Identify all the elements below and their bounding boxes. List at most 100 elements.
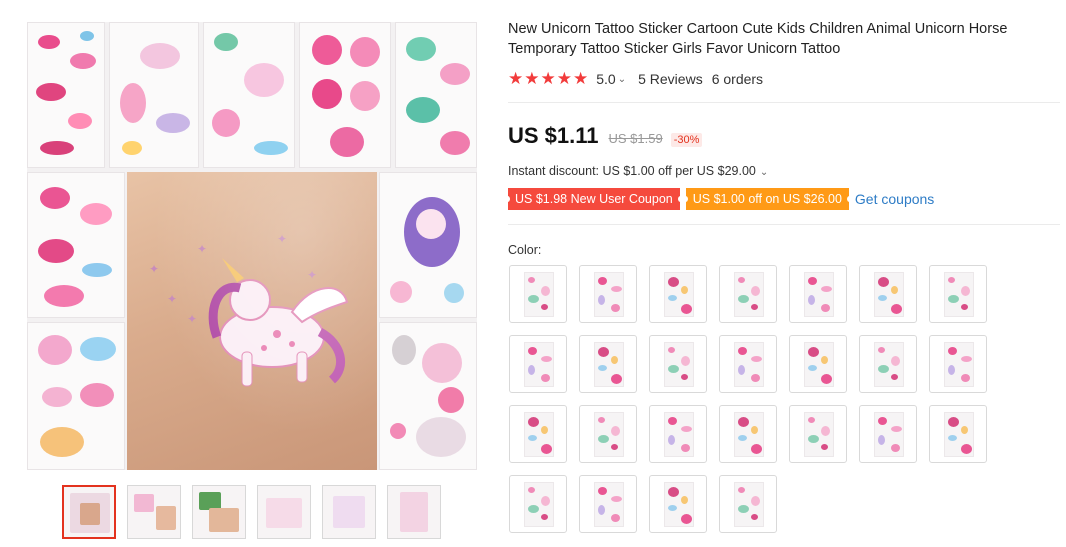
main-product-image[interactable]: ✦ ✦ ✦ ✦ ✦ ✦ [27, 22, 477, 470]
thumbnail[interactable] [127, 485, 181, 539]
sticker-dot [681, 444, 690, 452]
sparkle-icon: ✦ [149, 262, 160, 276]
thumbnail[interactable] [322, 485, 376, 539]
sticker-dot [668, 487, 679, 497]
sticker-dot [611, 514, 620, 522]
color-swatch[interactable] [579, 405, 637, 463]
chevron-down-icon[interactable]: ⌄ [760, 167, 768, 178]
sticker-dot [878, 365, 889, 373]
instant-discount[interactable]: Instant discount: US $1.00 off per US $2… [508, 164, 768, 178]
sticker-dot [528, 435, 537, 441]
sticker-dot [948, 347, 957, 355]
sticker-sheet [27, 22, 105, 168]
swatch-image [524, 412, 554, 457]
color-swatch[interactable] [929, 405, 987, 463]
sticker-dot [738, 347, 747, 355]
sticker-dot [961, 374, 970, 382]
color-swatch[interactable] [509, 405, 567, 463]
sticker-dot [528, 487, 535, 493]
color-swatch[interactable] [859, 335, 917, 393]
sticker-dot [668, 295, 677, 301]
color-swatch[interactable] [509, 475, 567, 533]
store-coupon[interactable]: US $1.00 off on US $26.00 [682, 188, 853, 210]
color-swatch[interactable] [649, 475, 707, 533]
star-icon: ★ [540, 68, 556, 89]
sticker-dot [541, 304, 548, 310]
color-swatch[interactable] [789, 265, 847, 323]
sticker-dot [751, 286, 760, 296]
sticker-dot [598, 505, 605, 515]
new-user-coupon[interactable]: US $1.98 New User Coupon [505, 188, 683, 210]
sticker-dot [738, 417, 749, 427]
color-swatch[interactable] [719, 335, 777, 393]
sticker-dot [891, 356, 900, 366]
swatch-image [594, 272, 624, 317]
rating-score[interactable]: 5.0 [596, 71, 615, 87]
star-rating: ★ ★ ★ ★ ★ [508, 68, 588, 89]
color-swatch[interactable] [649, 405, 707, 463]
swatch-image [874, 412, 904, 457]
swatch-image [664, 342, 694, 387]
sticker-dot [808, 277, 817, 285]
color-swatch[interactable] [859, 405, 917, 463]
sticker-dot [821, 426, 830, 436]
sticker-sheet [27, 172, 125, 318]
sticker-dot [528, 347, 537, 355]
thumbnail[interactable] [257, 485, 311, 539]
sparkle-icon: ✦ [307, 268, 318, 282]
thumbnail[interactable] [62, 485, 116, 539]
unicorn-tattoo [208, 258, 349, 387]
swatch-image [734, 482, 764, 527]
get-coupons-link[interactable]: Get coupons [855, 191, 934, 207]
thumbnail[interactable] [387, 485, 441, 539]
sticker-dot [891, 304, 902, 314]
star-icon: ★ [508, 68, 524, 89]
color-swatch[interactable] [789, 405, 847, 463]
sticker-dot [948, 277, 955, 283]
color-swatch[interactable] [929, 265, 987, 323]
sticker-dot [808, 417, 815, 423]
chevron-down-icon[interactable]: ⌄ [618, 74, 626, 85]
instant-discount-text: Instant discount: US $1.00 off per US $2… [508, 164, 756, 178]
color-swatch[interactable] [719, 405, 777, 463]
sticker-dot [948, 365, 955, 375]
sticker-dot [821, 374, 832, 384]
swatch-image [944, 272, 974, 317]
swatch-image [664, 412, 694, 457]
sticker-dot [611, 426, 620, 436]
color-swatch[interactable] [579, 335, 637, 393]
sticker-dot [598, 347, 609, 357]
color-swatch[interactable] [509, 335, 567, 393]
color-swatch[interactable] [649, 335, 707, 393]
star-icon: ★ [556, 68, 572, 89]
sticker-sheet [27, 322, 125, 470]
color-swatch[interactable] [789, 335, 847, 393]
sticker-dot [668, 277, 679, 287]
sticker-dot [808, 295, 815, 305]
reviews-link[interactable]: 5 Reviews [638, 71, 703, 87]
sticker-dot [681, 514, 692, 524]
divider [508, 224, 1060, 225]
swatch-image [944, 342, 974, 387]
sticker-dot [738, 365, 745, 375]
color-swatch[interactable] [719, 265, 777, 323]
sparkle-icon: ✦ [187, 312, 198, 326]
sticker-dot [681, 426, 692, 432]
star-icon: ★ [524, 68, 540, 89]
color-swatch[interactable] [509, 265, 567, 323]
thumbnail[interactable] [192, 485, 246, 539]
swatch-image [874, 272, 904, 317]
color-swatch[interactable] [579, 265, 637, 323]
sticker-dot [598, 487, 607, 495]
color-swatch[interactable] [859, 265, 917, 323]
color-swatch[interactable] [649, 265, 707, 323]
sparkle-icon: ✦ [197, 242, 208, 256]
swatch-image [664, 482, 694, 527]
color-swatch[interactable] [719, 475, 777, 533]
sticker-dot [821, 286, 832, 292]
color-swatch[interactable] [579, 475, 637, 533]
swatch-image [664, 272, 694, 317]
color-swatch[interactable] [929, 335, 987, 393]
sticker-dot [738, 295, 749, 303]
sticker-sheet [395, 22, 477, 168]
